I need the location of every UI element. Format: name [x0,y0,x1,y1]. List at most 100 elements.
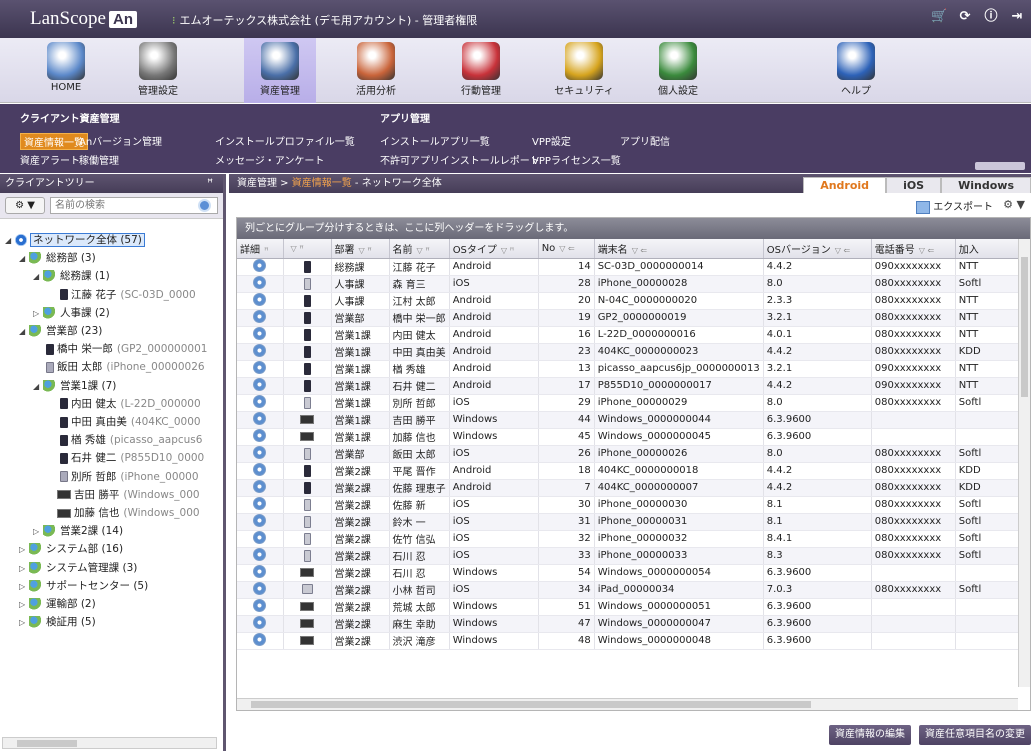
submenu-item[interactable]: アプリ配信 [620,133,670,148]
detail-icon[interactable] [253,275,267,289]
logout-icon[interactable]: ⇥ [1009,9,1025,25]
detail-icon[interactable] [253,496,267,510]
detail-icon[interactable] [253,479,267,493]
column-header[interactable]: 名前 ▽ ꟸ [389,239,450,259]
column-header[interactable]: ▽ ꟸ [283,239,332,259]
detail-icon[interactable] [253,530,267,544]
app-logo[interactable]: LanScope An [30,8,137,30]
nav-lock[interactable]: セキュリティ [548,38,620,103]
expand-icon[interactable]: ▷ [33,524,43,540]
detail-icon[interactable] [253,377,267,391]
filter-icon[interactable]: ▽ ⇐ [632,246,647,255]
filter-icon[interactable]: ▽ ⇐ [919,246,934,255]
grid-settings-button[interactable]: ⚙ ▼ [1003,198,1025,211]
tab-windows[interactable]: Windows [941,177,1031,193]
tree-gear-button[interactable]: ⚙ ▼ [5,197,45,214]
table-row[interactable]: 営業2課 小林 哲司 iOS 34 iPad_00000034 7.0.3 080xxxxx… [237,581,1026,599]
detail-icon[interactable] [253,428,267,442]
expand-icon[interactable]: ◢ [33,379,43,395]
tree-node[interactable]: ▷ 運輸部 (2) [19,596,96,612]
submenu-item[interactable]: 不許可アプリインストールレポート [380,152,540,167]
detail-icon[interactable] [253,258,267,272]
nav-home[interactable]: HOME [30,38,102,103]
tree-node[interactable]: 吉田 勝平 (Windows_000 [47,487,200,503]
table-row[interactable]: 営業1課 別所 哲郎 iOS 29 iPhone_00000029 8.0 080xxxxx… [237,394,1026,412]
column-header[interactable]: 電話番号 ▽ ⇐ [871,239,956,259]
filter-icon[interactable]: ▽ ꟸ [417,246,430,255]
tree-node[interactable]: ◢ 営業1課 (7) [33,378,116,394]
nav-location[interactable]: 行動管理 [445,38,517,103]
column-header[interactable]: OSタイプ ▽ ꟸ [449,239,539,259]
tree-node[interactable]: ▷ サポートセンター (5) [19,578,148,594]
detail-icon[interactable] [253,445,267,459]
submenu-item[interactable]: VPPライセンス一覧 [532,152,621,167]
rename-custom-field-button[interactable]: 資産任意項目名の変更 [919,725,1031,745]
detail-icon[interactable] [253,581,267,595]
tree-node[interactable]: ▷ 人事課 (2) [33,305,110,321]
column-header[interactable]: OSバージョン ▽ ⇐ [763,239,872,259]
detail-icon[interactable] [253,394,267,408]
table-row[interactable]: 営業1課 石井 健二 Android 17 P855D10_0000000017 4.4.… [237,377,1026,395]
tree-node[interactable]: 楢 秀雄 (picasso_aapcus6 [47,432,202,448]
tree-node[interactable]: ▷ システム部 (16) [19,541,123,557]
filter-icon[interactable]: ꟸ [264,246,269,255]
table-row[interactable]: 営業2課 麻生 幸助 Windows 47 Windows_0000000047 6.3.… [237,615,1026,633]
detail-icon[interactable] [253,615,267,629]
submenu-item[interactable]: Anバージョン管理 [79,133,162,148]
table-row[interactable]: 営業1課 内田 健太 Android 16 L-22D_0000000016 4.0.1 0… [237,326,1026,344]
table-row[interactable]: 営業2課 石川 忍 iOS 33 iPhone_00000033 8.3 080xxxxxx… [237,547,1026,565]
breadcrumb-home[interactable]: 資産管理 > [237,178,289,189]
tree-node[interactable]: 石井 健二 (P855D10_0000 [47,450,204,466]
column-header[interactable]: 詳細 ꟸ [237,239,284,259]
column-header[interactable]: 部署 ▽ ꟸ [331,239,390,259]
submenu-item[interactable]: 資産情報一覧 [20,133,88,150]
table-row[interactable]: 営業2課 佐藤 新 iOS 30 iPhone_00000030 8.1 080xxxxxx… [237,496,1026,514]
refresh-icon[interactable]: ⟳ [957,9,973,25]
tree-node[interactable]: 加藤 信也 (Windows_000 [47,505,200,521]
detail-icon[interactable] [253,360,267,374]
group-by-bar[interactable]: 列ごとにグループ分けするときは、ここに列ヘッダーをドラッグします。 [237,218,1030,239]
collapse-button[interactable] [975,162,1025,170]
tree-node[interactable]: 橋中 栄一郎 (GP2_000000001 [33,341,207,357]
table-row[interactable]: 営業部 橋中 栄一郎 Android 19 GP2_0000000019 3.2.1 080… [237,309,1026,327]
filter-icon[interactable]: ▽ ⇐ [559,244,574,253]
tree-horizontal-scrollbar[interactable] [2,737,217,749]
expand-icon[interactable]: ▷ [33,306,43,322]
table-row[interactable]: 営業2課 石川 忍 Windows 54 Windows_0000000054 6.3.9… [237,564,1026,582]
expand-icon[interactable]: ▷ [19,579,29,595]
tree-node[interactable]: 別所 哲郎 (iPhone_00000 [47,469,199,485]
detail-icon[interactable] [253,564,267,578]
submenu-item[interactable]: インストールアプリ一覧 [380,133,490,148]
edit-asset-button[interactable]: 資産情報の編集 [829,725,911,745]
detail-icon[interactable] [253,292,267,306]
tree-node[interactable]: ◢ 総務部 (3) [19,250,96,266]
nav-analysis[interactable]: 活用分析 [340,38,412,103]
tree-node[interactable]: 江藤 花子 (SC-03D_0000 [47,287,196,303]
detail-icon[interactable] [253,343,267,357]
tree-node[interactable]: ◢ ネットワーク全体 (57) [5,232,145,248]
filter-icon[interactable]: ▽ ⇐ [835,246,850,255]
expand-icon[interactable]: ▷ [19,561,29,577]
table-row[interactable]: 営業1課 中田 真由美 Android 23 404KC_0000000023 4.4.2… [237,343,1026,361]
expand-icon[interactable]: ▷ [19,542,29,558]
filter-icon[interactable]: ▽ ꟸ [291,244,304,253]
filter-icon[interactable]: ▽ ꟸ [501,246,514,255]
detail-icon[interactable] [253,547,267,561]
column-header[interactable]: 端末名 ▽ ⇐ [594,239,764,259]
nav-person[interactable]: 個人設定 [642,38,714,103]
cart-icon[interactable]: 🛒 [931,9,947,25]
export-button[interactable]: エクスポート [916,198,993,214]
table-row[interactable]: 総務課 江藤 花子 Android 14 SC-03D_0000000014 4.4.2 0… [237,258,1026,276]
detail-icon[interactable] [253,411,267,425]
detail-icon[interactable] [253,513,267,527]
detail-icon[interactable] [253,632,267,646]
tree-node[interactable]: ▷ 検証用 (5) [19,614,96,630]
nav-asset-search[interactable]: 資産管理 [244,38,316,103]
table-row[interactable]: 人事課 江村 太郎 Android 20 N-04C_0000000020 2.3.3 08… [237,292,1026,310]
table-row[interactable]: 人事課森 育三 iOS 28 iPhone_00000028 8.0 080xxxxxxx… [237,275,1026,293]
column-header[interactable]: 加入 [955,239,1026,259]
detail-icon[interactable] [253,326,267,340]
submenu-item[interactable]: 稼働管理 [79,152,119,167]
expand-icon[interactable]: ◢ [33,269,43,285]
submenu-item[interactable]: 資産アラート [20,152,80,167]
